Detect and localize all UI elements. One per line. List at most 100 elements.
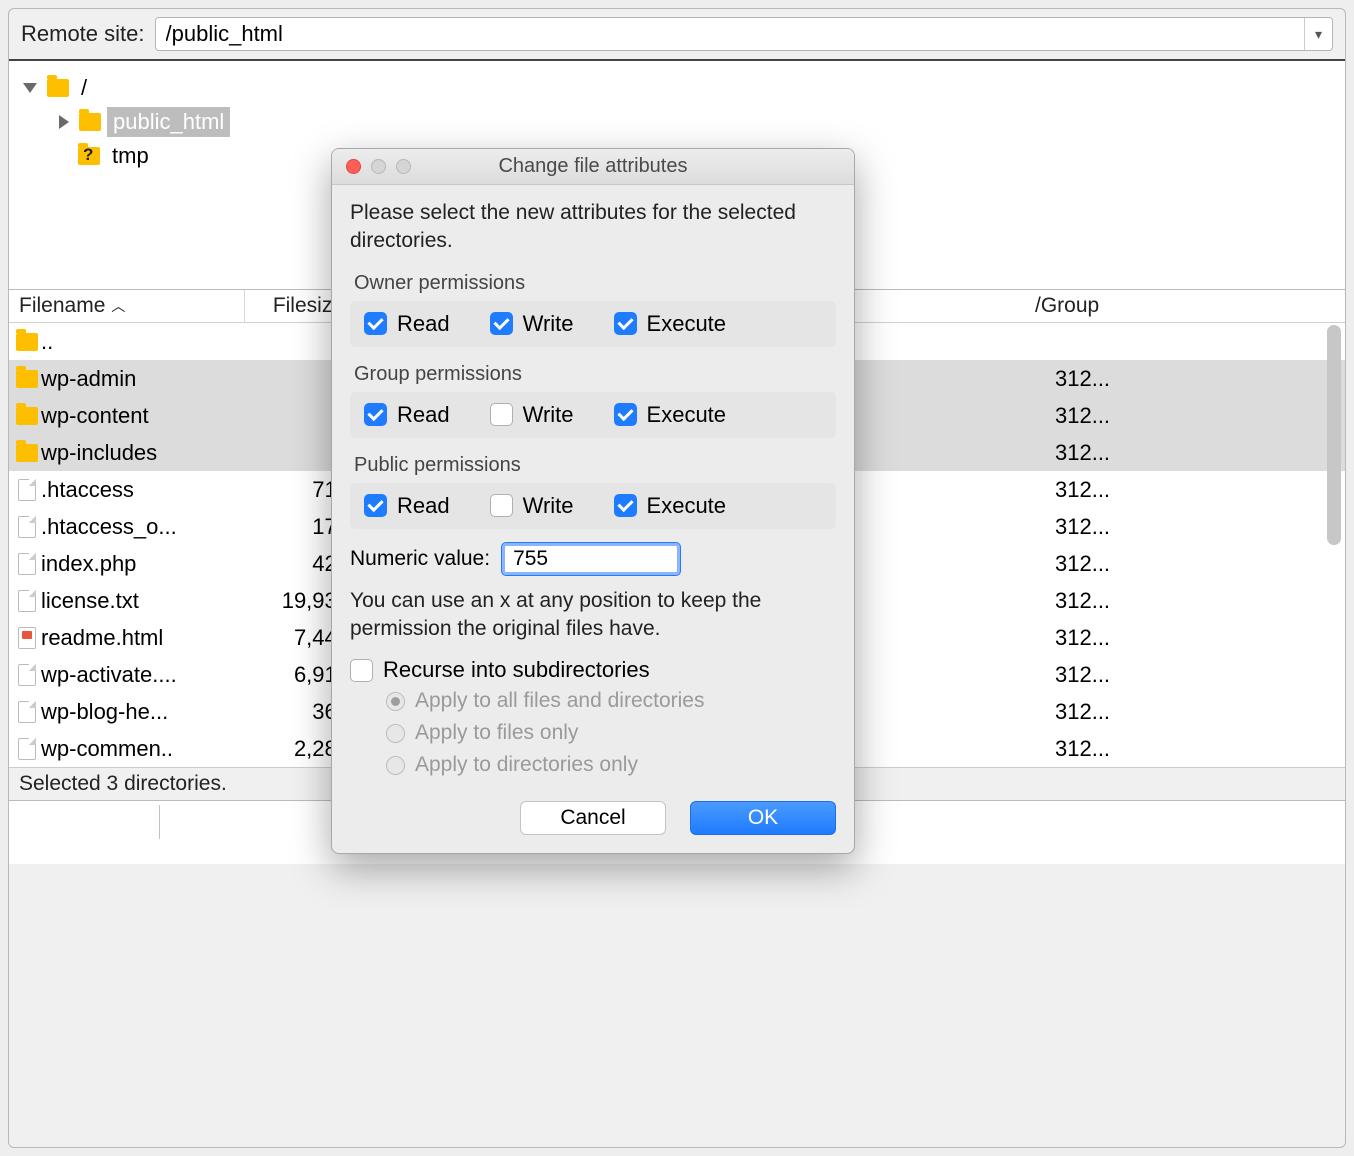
column-owner-label: /Group <box>1035 294 1099 318</box>
radio-apply-files: Apply to files only <box>386 721 836 745</box>
cancel-button-label: Cancel <box>560 806 625 830</box>
perm-group-group: Group permissions Read Write Execute <box>350 357 836 438</box>
vertical-scrollbar[interactable] <box>1327 325 1341 545</box>
tree-root-label: / <box>75 73 93 103</box>
html-file-icon <box>18 627 36 649</box>
file-name: wp-commen.. <box>41 736 245 762</box>
checkbox-icon <box>614 494 637 517</box>
perm-row: Read Write Execute <box>350 301 836 347</box>
radio-icon <box>386 756 405 775</box>
disclosure-triangle-icon[interactable] <box>59 115 69 129</box>
tree-item-label: public_html <box>107 107 230 137</box>
perm-label: Execute <box>647 493 727 519</box>
checkbox-icon <box>364 494 387 517</box>
dialog-intro: Please select the new attributes for the… <box>350 199 836 256</box>
radio-label: Apply to files only <box>415 721 578 745</box>
file-name: wp-blog-he... <box>41 699 245 725</box>
ok-button-label: OK <box>748 806 778 830</box>
disclosure-triangle-icon[interactable] <box>23 83 37 93</box>
file-owner: 312... <box>1055 662 1345 688</box>
file-name: index.php <box>41 551 245 577</box>
perm-row: Read Write Execute <box>350 392 836 438</box>
checkbox-icon <box>490 403 513 426</box>
perm-group-write-checkbox[interactable]: Write <box>490 402 574 428</box>
perm-group-read-checkbox[interactable]: Read <box>364 402 450 428</box>
radio-icon <box>386 692 405 711</box>
perm-owner-write-checkbox[interactable]: Write <box>490 311 574 337</box>
file-name: readme.html <box>41 625 245 651</box>
perm-owner-read-checkbox[interactable]: Read <box>364 311 450 337</box>
perm-group-execute-checkbox[interactable]: Execute <box>614 402 727 428</box>
file-owner: 312... <box>1055 625 1345 651</box>
folder-unknown-icon <box>78 147 100 165</box>
folder-icon <box>16 333 38 351</box>
change-attributes-dialog: Change file attributes Please select the… <box>331 148 855 854</box>
perm-label: Read <box>397 311 450 337</box>
perm-label: Read <box>397 493 450 519</box>
perm-public-execute-checkbox[interactable]: Execute <box>614 493 727 519</box>
numeric-value-label: Numeric value: <box>350 547 490 571</box>
perm-group-public: Public permissions Read Write Execute <box>350 448 836 529</box>
perm-group-label: Group permissions <box>350 357 836 392</box>
checkbox-icon <box>364 312 387 335</box>
file-name: .htaccess_o... <box>41 514 245 540</box>
file-icon <box>18 553 36 575</box>
file-icon <box>18 701 36 723</box>
recurse-section: Recurse into subdirectories Apply to all… <box>350 657 836 777</box>
file-owner: 312... <box>1055 736 1345 762</box>
numeric-value-input[interactable] <box>502 543 680 575</box>
chevron-down-icon[interactable]: ▾ <box>1304 18 1332 50</box>
recurse-radio-group: Apply to all files and directories Apply… <box>386 689 836 777</box>
perm-label: Execute <box>647 402 727 428</box>
recurse-checkbox[interactable]: Recurse into subdirectories <box>350 657 836 683</box>
perm-public-write-checkbox[interactable]: Write <box>490 493 574 519</box>
tree-root[interactable]: / <box>23 71 1331 105</box>
sort-asc-icon: ︿ <box>111 296 125 316</box>
file-icon <box>18 664 36 686</box>
dialog-buttons: Cancel OK <box>350 801 836 835</box>
dialog-titlebar[interactable]: Change file attributes <box>332 149 854 185</box>
column-filename[interactable]: Filename ︿ <box>9 290 245 322</box>
file-owner: 312... <box>1055 477 1345 503</box>
tree-item-public-html[interactable]: public_html <box>23 105 1331 139</box>
radio-apply-dirs: Apply to directories only <box>386 753 836 777</box>
radio-label: Apply to directories only <box>415 753 638 777</box>
checkbox-icon <box>614 403 637 426</box>
remote-path-input[interactable] <box>156 18 1305 50</box>
file-icon <box>18 479 36 501</box>
perm-label: Write <box>523 493 574 519</box>
remote-path-combo[interactable]: ▾ <box>155 17 1334 51</box>
checkbox-icon <box>490 312 513 335</box>
cancel-button[interactable]: Cancel <box>520 801 666 835</box>
pane-divider[interactable] <box>159 805 160 839</box>
perm-label: Write <box>523 311 574 337</box>
status-text: Selected 3 directories. <box>19 772 227 795</box>
remote-site-bar: Remote site: ▾ <box>9 9 1345 59</box>
folder-icon <box>79 113 101 131</box>
file-owner: 312... <box>1055 551 1345 577</box>
recurse-label: Recurse into subdirectories <box>383 657 650 683</box>
perm-group-owner: Owner permissionsReadWriteExecute <box>350 266 836 347</box>
tree-item-label: tmp <box>106 141 155 171</box>
folder-icon <box>16 370 38 388</box>
numeric-value-row: Numeric value: <box>350 543 836 575</box>
file-name: .htaccess <box>41 477 245 503</box>
ok-button[interactable]: OK <box>690 801 836 835</box>
checkbox-icon <box>364 403 387 426</box>
file-icon <box>18 516 36 538</box>
file-icon <box>18 590 36 612</box>
file-name: wp-activate.... <box>41 662 245 688</box>
file-owner: 312... <box>1055 699 1345 725</box>
perm-group-label: Public permissions <box>350 448 836 483</box>
checkbox-icon <box>490 494 513 517</box>
column-owner-group[interactable]: /Group <box>1025 290 1345 322</box>
file-name: wp-content <box>41 403 245 429</box>
file-owner: 312... <box>1055 366 1345 392</box>
perm-public-read-checkbox[interactable]: Read <box>364 493 450 519</box>
folder-icon <box>47 79 69 97</box>
checkbox-icon <box>614 312 637 335</box>
file-icon <box>18 738 36 760</box>
file-name: wp-admin <box>41 366 245 392</box>
perm-owner-execute-checkbox[interactable]: Execute <box>614 311 727 337</box>
radio-label: Apply to all files and directories <box>415 689 704 713</box>
